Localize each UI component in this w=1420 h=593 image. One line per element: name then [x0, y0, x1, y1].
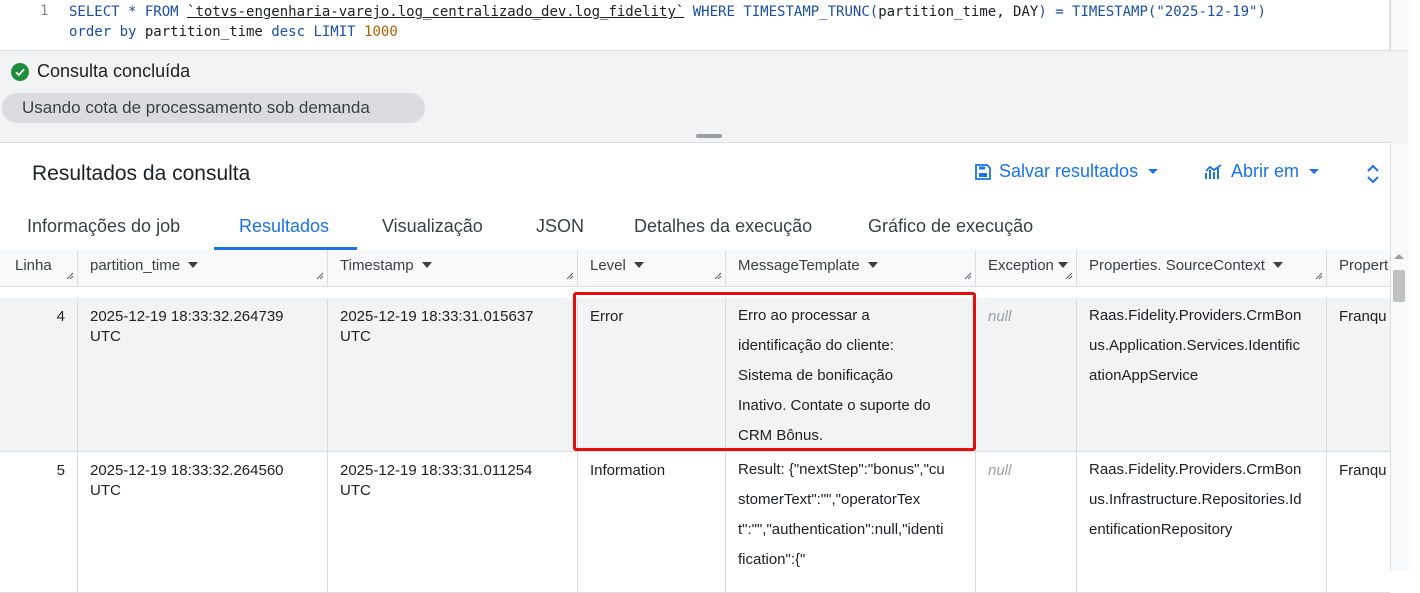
quota-chip: Usando cota de processamento sob demanda: [2, 93, 425, 123]
results-header: Resultados da consulta Salvar resultados…: [0, 142, 1390, 205]
sql-where: WHERE TIMESTAMP_TRUNC(: [684, 4, 879, 20]
cell-exception: null: [976, 298, 1077, 451]
open-in-label: Abrir em: [1231, 161, 1300, 181]
open-in-button[interactable]: Abrir em: [1205, 161, 1320, 182]
sort-caret-icon[interactable]: [421, 262, 432, 268]
column-header-properties[interactable]: Propert: [1327, 250, 1390, 286]
sql-order-col: partition_time: [144, 24, 263, 40]
sort-caret-icon[interactable]: [188, 262, 199, 268]
line-number: 1: [40, 3, 49, 19]
results-title: Resultados da consulta: [32, 162, 251, 185]
query-status-area: Consulta concluída Usando cota de proces…: [0, 50, 1408, 143]
sql-desc: desc LIMIT: [262, 24, 365, 40]
expand-collapse-button[interactable]: [1363, 163, 1383, 190]
sql-table-ref[interactable]: `totvs-engenharia-varejo.log_centralizad…: [187, 4, 684, 20]
resize-handle-icon[interactable]: [964, 272, 972, 280]
unfold-icon: [1367, 164, 1379, 184]
chart-icon: [1205, 163, 1222, 179]
sql-limit: 1000: [364, 24, 398, 40]
save-results-button[interactable]: Salvar resultados: [975, 161, 1159, 182]
cell-partition-time: 2025-12-19 18:33:32.264739 UTC: [78, 298, 328, 451]
query-status: Consulta concluída: [11, 61, 190, 82]
cell-timestamp: 2025-12-19 18:33:31.015637 UTC: [328, 298, 578, 451]
save-results-label: Salvar resultados: [999, 161, 1139, 181]
sql-editor[interactable]: 1 SELECT * FROM `totvs-engenharia-varejo…: [0, 0, 1390, 50]
scroll-up-arrow-icon[interactable]: [1394, 254, 1404, 259]
cell-level: Information: [578, 452, 726, 592]
resize-handle-icon[interactable]: [566, 272, 574, 280]
drag-handle[interactable]: [696, 134, 722, 138]
chevron-down-icon: [1148, 169, 1159, 174]
row-number: 5: [0, 452, 78, 592]
resize-handle-icon[interactable]: [714, 272, 722, 280]
column-header-level[interactable]: Level: [578, 250, 726, 286]
cell-message-template: Result: {"nextStep":"bonus","customerTex…: [726, 452, 976, 592]
table-header: Linha partition_time Timestamp Level Mes…: [0, 250, 1390, 287]
tab-job-info[interactable]: Informações do job: [27, 216, 180, 237]
sql-order: order by: [69, 24, 145, 40]
sort-caret-icon[interactable]: [1272, 262, 1283, 268]
resize-handle-icon[interactable]: [1065, 272, 1073, 280]
tab-json[interactable]: JSON: [536, 216, 584, 237]
cell-partition-time: 2025-12-19 18:33:32.264560 UTC: [78, 452, 328, 592]
sql-code[interactable]: SELECT * FROM `totvs-engenharia-varejo.l…: [69, 2, 1266, 42]
column-header-partition-time[interactable]: partition_time: [78, 250, 328, 286]
sql-eq: ) = TIMESTAMP("2025-12-19"): [1038, 4, 1266, 20]
sql-select: SELECT * FROM: [69, 4, 188, 20]
tab-execution-details[interactable]: Detalhes da execução: [634, 216, 812, 237]
cell-properties: Franqu: [1339, 308, 1387, 325]
table-scrollbar-thumb[interactable]: [1393, 270, 1405, 302]
resize-handle-icon[interactable]: [1315, 272, 1323, 280]
results-tabs: Informações do job Resultados Visualizaç…: [0, 204, 1390, 251]
column-header-exception[interactable]: Exception: [976, 250, 1077, 286]
sort-caret-icon[interactable]: [633, 262, 644, 268]
cell-timestamp: 2025-12-19 18:33:31.011254 UTC: [328, 452, 578, 592]
column-header-message-template[interactable]: MessageTemplate: [726, 250, 976, 286]
sql-args: partition_time, DAY: [878, 4, 1039, 20]
tab-results[interactable]: Resultados: [239, 216, 329, 237]
chevron-down-icon: [1309, 169, 1320, 174]
column-header-linha[interactable]: Linha: [0, 250, 78, 286]
table-row[interactable]: 5 2025-12-19 18:33:32.264560 UTC 2025-12…: [0, 452, 1390, 593]
cell-exception: null: [976, 452, 1077, 592]
column-header-source-context[interactable]: Properties. SourceContext: [1077, 250, 1327, 286]
highlight-box: [573, 292, 976, 451]
cell-properties: Franqu: [1339, 462, 1387, 479]
sort-caret-icon[interactable]: [867, 262, 878, 268]
row-number: 4: [0, 298, 78, 451]
tab-visualization[interactable]: Visualização: [382, 216, 483, 237]
tab-execution-graph[interactable]: Gráfico de execução: [868, 216, 1033, 237]
status-message: Consulta concluída: [37, 61, 191, 81]
column-header-timestamp[interactable]: Timestamp: [328, 250, 578, 286]
sort-caret-icon[interactable]: [1057, 262, 1068, 268]
cell-source-context: Raas.Fidelity.Providers.CrmBonus.Applica…: [1077, 298, 1327, 451]
cell-source-context: Raas.Fidelity.Providers.CrmBonus.Infrast…: [1077, 452, 1327, 592]
resize-handle-icon[interactable]: [66, 272, 74, 280]
resize-handle-icon[interactable]: [316, 272, 324, 280]
save-icon: [975, 163, 991, 180]
check-circle-icon: [11, 62, 29, 81]
